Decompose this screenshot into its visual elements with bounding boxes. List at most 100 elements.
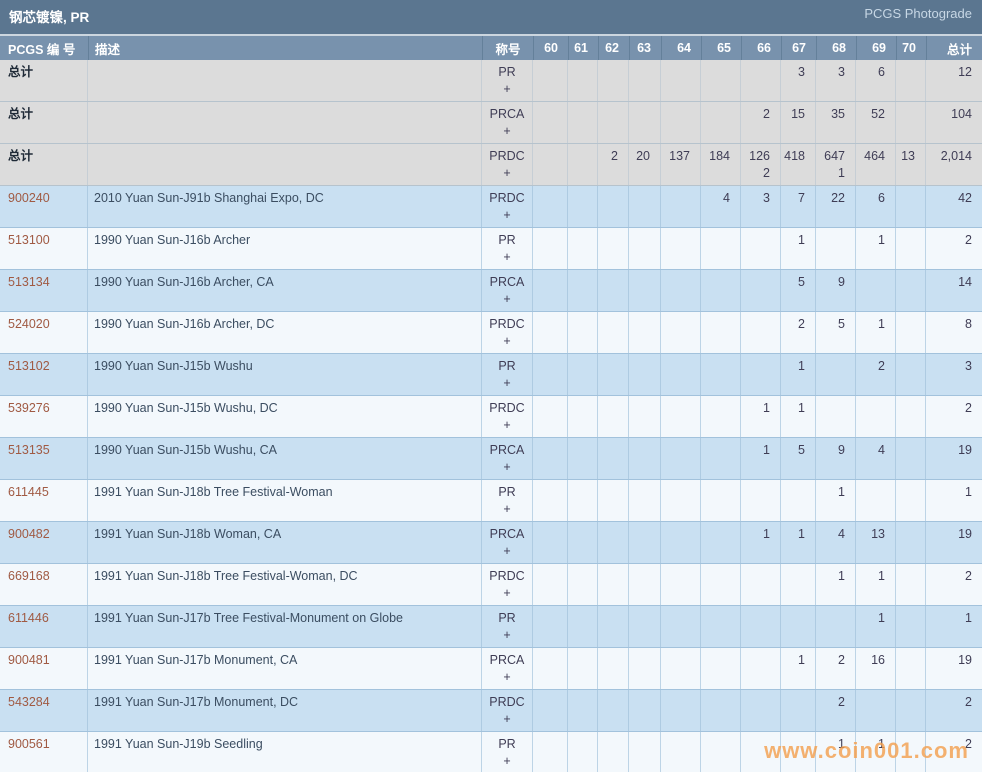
description-cell bbox=[88, 102, 482, 143]
grade-62-count-cell bbox=[598, 270, 629, 311]
grade-60-count-cell bbox=[533, 228, 568, 269]
header-grade-68[interactable]: 68 bbox=[816, 36, 856, 60]
summary-row: 总计PR+33612 bbox=[0, 60, 982, 102]
header-grade-69[interactable]: 69 bbox=[856, 36, 896, 60]
header-description[interactable]: 描述 bbox=[88, 36, 482, 60]
pcgs-number-link[interactable]: 611445 bbox=[0, 480, 88, 521]
total-count-cell: 12 bbox=[926, 60, 982, 101]
header-grade-63[interactable]: 63 bbox=[629, 36, 661, 60]
grade-68-count-cell: 9 bbox=[816, 270, 856, 311]
total-count-cell: 1 bbox=[926, 480, 982, 521]
pcgs-number-link[interactable]: 539276 bbox=[0, 396, 88, 437]
pcgs-number-link[interactable]: 900481 bbox=[0, 648, 88, 689]
pcgs-number-link[interactable]: 611446 bbox=[0, 606, 88, 647]
grade-67-count-cell: 15 bbox=[781, 102, 816, 143]
grade-64-count-cell bbox=[661, 564, 701, 605]
pcgs-photograde-link[interactable]: PCGS Photograde bbox=[864, 6, 972, 21]
pcgs-number-link[interactable]: 669168 bbox=[0, 564, 88, 605]
grade-68-count-cell: 9 bbox=[816, 438, 856, 479]
grade-69-count-cell bbox=[856, 690, 896, 731]
grade-60-count-cell bbox=[533, 144, 568, 185]
description-cell: 2010 Yuan Sun-J91b Shanghai Expo, DC bbox=[88, 186, 482, 227]
header-grade-65[interactable]: 65 bbox=[701, 36, 741, 60]
grade-69-count-cell: 1 bbox=[856, 312, 896, 353]
grade-62-count-cell: 2 bbox=[598, 144, 629, 185]
grade-67-count-cell: 2 bbox=[781, 312, 816, 353]
grade-63-count-cell bbox=[629, 102, 661, 143]
pcgs-number-link[interactable]: 900561 bbox=[0, 732, 88, 772]
grade-65-count-cell bbox=[701, 648, 741, 689]
grade-63-count-cell bbox=[629, 438, 661, 479]
header-grade-70[interactable]: 70 bbox=[896, 36, 926, 60]
grade-63-count-cell bbox=[629, 354, 661, 395]
grade-61-count-cell bbox=[568, 102, 598, 143]
description-cell: 1991 Yuan Sun-J18b Tree Festival-Woman, … bbox=[88, 564, 482, 605]
grade-60-count-cell bbox=[533, 606, 568, 647]
description-cell: 1991 Yuan Sun-J18b Woman, CA bbox=[88, 522, 482, 563]
total-count-cell: 1 bbox=[926, 606, 982, 647]
grade-60-count-cell bbox=[533, 690, 568, 731]
designation-cell: PRDC+ bbox=[482, 144, 533, 185]
pcgs-number-link[interactable]: 900482 bbox=[0, 522, 88, 563]
pcgs-number-link[interactable]: 900240 bbox=[0, 186, 88, 227]
header-grade-64[interactable]: 64 bbox=[661, 36, 701, 60]
grade-61-count-cell bbox=[568, 396, 598, 437]
grade-68-count-cell: 6471 bbox=[816, 144, 856, 185]
grade-62-count-cell bbox=[598, 690, 629, 731]
grade-64-count-cell bbox=[661, 480, 701, 521]
header-grade-61[interactable]: 61 bbox=[568, 36, 598, 60]
description-cell: 1991 Yuan Sun-J18b Tree Festival-Woman bbox=[88, 480, 482, 521]
grade-69-count-cell bbox=[856, 270, 896, 311]
grade-69-count-cell: 4 bbox=[856, 438, 896, 479]
grade-70-count-cell bbox=[896, 648, 926, 689]
grade-63-count-cell: 20 bbox=[629, 144, 661, 185]
grade-70-count-cell bbox=[896, 438, 926, 479]
header-total[interactable]: 总计 bbox=[926, 36, 982, 60]
grade-62-count-cell bbox=[598, 312, 629, 353]
header-grade-62[interactable]: 62 bbox=[598, 36, 629, 60]
header-grade-67[interactable]: 67 bbox=[781, 36, 816, 60]
grade-64-count-cell bbox=[661, 396, 701, 437]
grade-64-count-cell bbox=[661, 102, 701, 143]
grade-62-count-cell bbox=[598, 396, 629, 437]
header-grade-66[interactable]: 66 bbox=[741, 36, 781, 60]
pcgs-number-link[interactable]: 524020 bbox=[0, 312, 88, 353]
grade-65-count-cell bbox=[701, 60, 741, 101]
grade-61-count-cell bbox=[568, 606, 598, 647]
grade-63-count-cell bbox=[629, 396, 661, 437]
pcgs-number-link[interactable]: 513102 bbox=[0, 354, 88, 395]
grade-66-count-cell bbox=[741, 606, 781, 647]
page-title: 钢芯镀镍, PR bbox=[9, 6, 89, 26]
designation-cell: PRCA+ bbox=[482, 648, 533, 689]
grade-65-count-cell bbox=[701, 690, 741, 731]
grade-70-count-cell bbox=[896, 606, 926, 647]
grade-61-count-cell bbox=[568, 522, 598, 563]
grade-66-count-cell: 2 bbox=[741, 102, 781, 143]
table-row: 6114451991 Yuan Sun-J18b Tree Festival-W… bbox=[0, 480, 982, 522]
grade-62-count-cell bbox=[598, 438, 629, 479]
header-pcgs-no[interactable]: PCGS 编 号 bbox=[0, 36, 88, 60]
grade-69-count-cell bbox=[856, 396, 896, 437]
grade-61-count-cell bbox=[568, 270, 598, 311]
header-designation[interactable]: 称号 bbox=[482, 36, 533, 60]
grade-61-count-cell bbox=[568, 60, 598, 101]
grade-65-count-cell bbox=[701, 732, 741, 772]
description-cell: 1990 Yuan Sun-J15b Wushu, CA bbox=[88, 438, 482, 479]
pcgs-number-link[interactable]: 513135 bbox=[0, 438, 88, 479]
designation-cell: PRCA+ bbox=[482, 102, 533, 143]
grade-60-count-cell bbox=[533, 564, 568, 605]
grade-68-count-cell: 4 bbox=[816, 522, 856, 563]
grade-63-count-cell bbox=[629, 522, 661, 563]
total-count-cell: 19 bbox=[926, 522, 982, 563]
grade-69-count-cell: 1 bbox=[856, 732, 896, 772]
grade-67-count-cell: 1 bbox=[781, 522, 816, 563]
grade-68-count-cell bbox=[816, 354, 856, 395]
pcgs-number-link[interactable]: 513134 bbox=[0, 270, 88, 311]
grade-68-count-cell bbox=[816, 228, 856, 269]
grade-63-count-cell bbox=[629, 228, 661, 269]
grade-64-count-cell bbox=[661, 312, 701, 353]
pcgs-number-link[interactable]: 513100 bbox=[0, 228, 88, 269]
grade-67-count-cell bbox=[781, 606, 816, 647]
pcgs-number-link[interactable]: 543284 bbox=[0, 690, 88, 731]
header-grade-60[interactable]: 60 bbox=[533, 36, 568, 60]
